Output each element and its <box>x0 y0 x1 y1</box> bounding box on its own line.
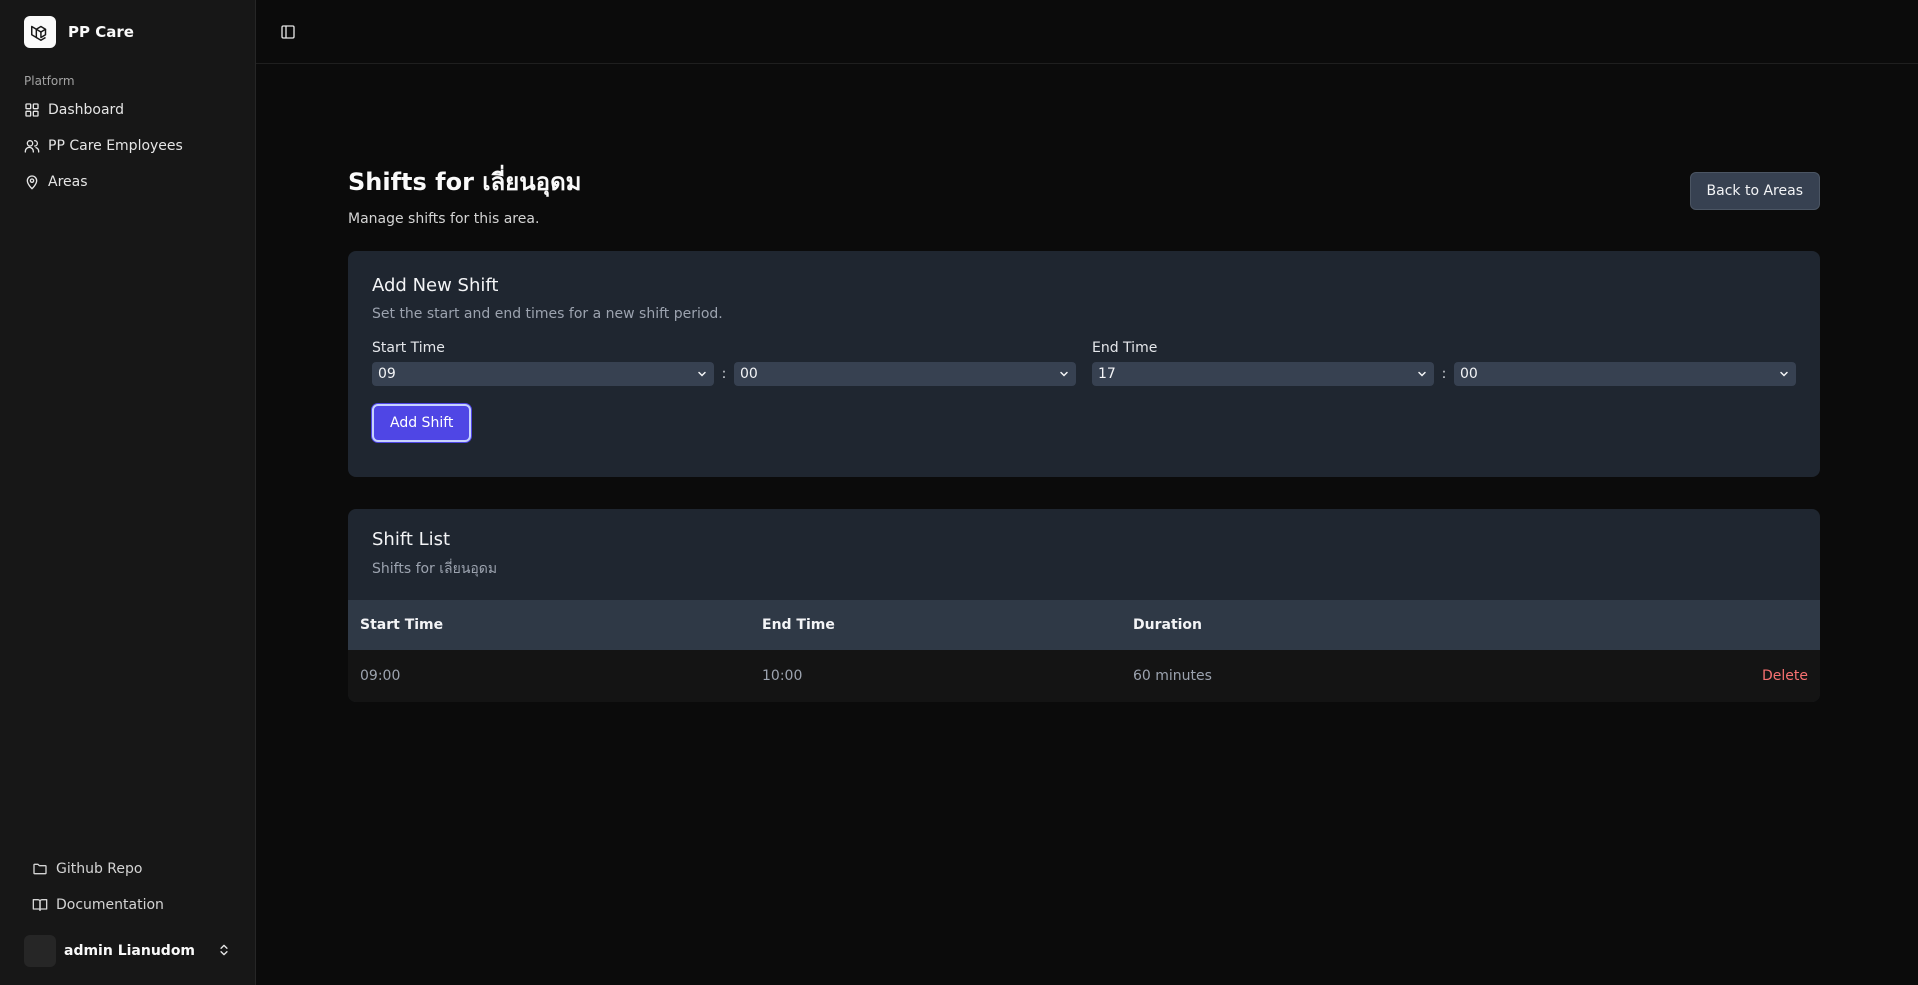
user-menu[interactable]: admin Lianudom <box>24 933 231 969</box>
chevrons-up-down-icon <box>217 942 231 961</box>
cell-start-time: 09:00 <box>360 668 401 684</box>
start-hour-select[interactable]: 09 <box>372 362 714 386</box>
back-to-areas-button[interactable]: Back to Areas <box>1689 172 1820 210</box>
sidebar: PP Care Platform Dashboard PP Care Emplo… <box>0 0 256 985</box>
chevron-down-icon <box>698 371 706 377</box>
start-minute-select[interactable]: 00 <box>734 362 1076 386</box>
sidebar-item-employees[interactable]: PP Care Employees <box>0 128 255 164</box>
sidebar-link-documentation[interactable]: Documentation <box>0 887 255 923</box>
page-title: Shifts for เลี่ยนอุดม <box>348 168 582 196</box>
sidebar-footer: Github Repo Documentation admin Lianudom <box>0 851 255 985</box>
cell-actions: Delete <box>1537 650 1820 702</box>
grid-icon <box>25 103 39 117</box>
sidebar-link-label: Github Repo <box>56 861 143 877</box>
start-time-label: Start Time <box>372 340 445 356</box>
app-name: PP Care <box>68 23 134 41</box>
add-shift-description: Set the start and end times for a new sh… <box>372 306 723 322</box>
page-header: Shifts for เลี่ยนอุดม Manage shifts for … <box>348 96 1820 227</box>
shift-list-card: Shift List Shifts for เลี่ยนอุดม Start T… <box>348 509 1820 702</box>
table-row: 09:00 10:00 60 minutes Delete <box>348 650 1820 702</box>
panel-left-icon <box>281 24 295 39</box>
end-time-group: End Time 17 : 00 <box>1092 340 1796 386</box>
column-header-duration: Duration <box>1133 617 1203 633</box>
sidebar-item-label: PP Care Employees <box>48 138 183 154</box>
shift-list-subtitle: Shifts for เลี่ยนอุดม <box>372 561 498 577</box>
cell-duration: 60 minutes <box>1133 668 1212 684</box>
app-root: PP Care Platform Dashboard PP Care Emplo… <box>0 0 1918 985</box>
sidebar-item-dashboard[interactable]: Dashboard <box>0 92 255 128</box>
time-separator: : <box>1441 366 1447 382</box>
cell-end-time: 10:00 <box>762 668 803 684</box>
column-header-start: Start Time <box>360 617 444 633</box>
chevron-down-icon <box>1780 371 1788 377</box>
select-value: 00 <box>1460 366 1478 382</box>
app-logo-icon <box>24 16 56 48</box>
end-time-inputs: 17 : 00 <box>1092 362 1796 386</box>
sidebar-item-areas[interactable]: Areas <box>0 164 255 200</box>
nav-group-label: Platform <box>24 74 75 88</box>
main-area: Shifts for เลี่ยนอุดม Manage shifts for … <box>256 0 1918 985</box>
sidebar-item-label: Dashboard <box>48 102 124 118</box>
chevron-down-icon <box>1060 371 1068 377</box>
sidebar-toggle-button[interactable] <box>274 18 302 46</box>
page-content: Shifts for เลี่ยนอุดม Manage shifts for … <box>256 64 1820 702</box>
sidebar-link-label: Documentation <box>56 897 164 913</box>
end-time-label: End Time <box>1092 340 1158 356</box>
select-value: 00 <box>740 366 758 382</box>
end-hour-select[interactable]: 17 <box>1092 362 1434 386</box>
sidebar-link-github[interactable]: Github Repo <box>0 851 255 887</box>
select-value: 09 <box>378 366 396 382</box>
user-name: admin Lianudom <box>64 943 196 959</box>
topbar <box>256 0 1918 64</box>
end-minute-select[interactable]: 00 <box>1454 362 1796 386</box>
users-icon <box>24 140 40 153</box>
add-shift-card: Add New Shift Set the start and end time… <box>348 251 1820 477</box>
shift-table: Start Time End Time Duration 09:00 10:00… <box>348 600 1820 702</box>
start-time-group: Start Time 09 : 00 <box>372 340 1076 386</box>
brand[interactable]: PP Care <box>0 0 255 64</box>
shift-list-header: Shift List Shifts for เลี่ยนอุดม <box>348 509 1820 600</box>
add-shift-title: Add New Shift <box>372 275 499 296</box>
shift-list-title: Shift List <box>372 529 451 550</box>
time-row: Start Time 09 : 00 End Time 17: 00 <box>372 340 1796 386</box>
time-separator: : <box>721 366 727 382</box>
delete-shift-button[interactable]: Delete <box>1762 668 1808 684</box>
sidebar-item-label: Areas <box>48 174 88 190</box>
page-subtitle: Manage shifts for this area. <box>348 211 540 227</box>
chevron-down-icon <box>1418 371 1426 377</box>
column-header-actions <box>1537 600 1820 650</box>
folder-icon <box>33 863 47 875</box>
column-header-end: End Time <box>762 617 835 633</box>
avatar <box>24 935 56 967</box>
map-pin-icon <box>26 175 38 190</box>
start-time-inputs: 09 : 00 <box>372 362 1076 386</box>
add-shift-button[interactable]: Add Shift <box>372 404 472 442</box>
table-header-row: Start Time End Time Duration <box>348 600 1820 650</box>
book-icon <box>32 899 48 911</box>
select-value: 17 <box>1098 366 1116 382</box>
